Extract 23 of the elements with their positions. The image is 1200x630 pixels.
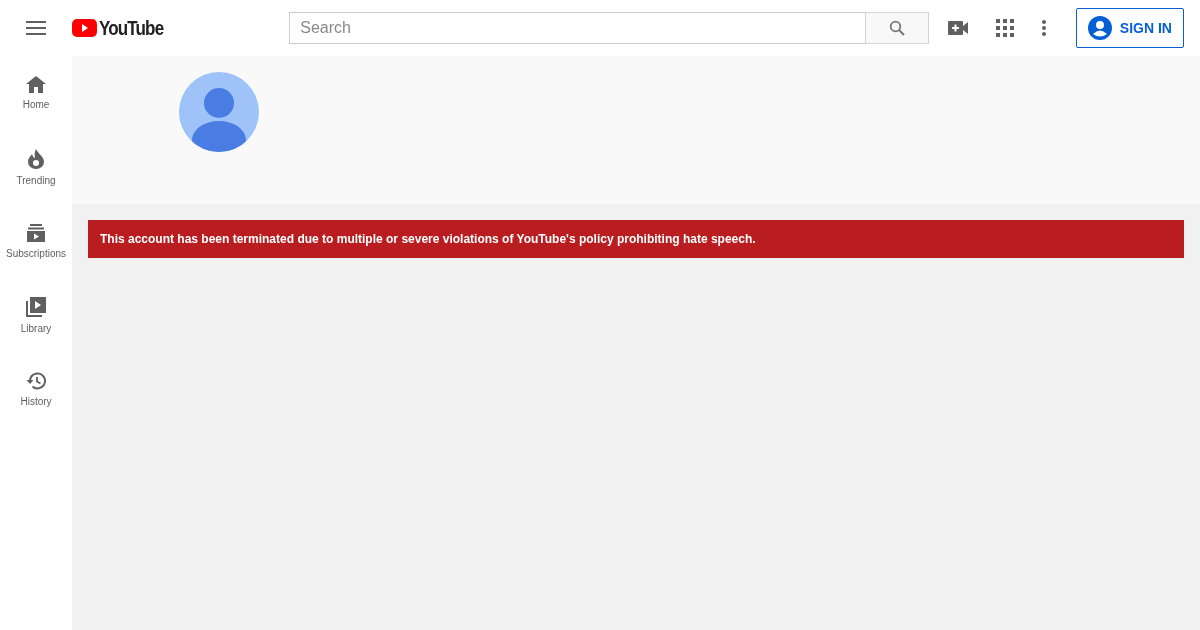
play-logo-icon xyxy=(72,19,97,37)
home-icon xyxy=(26,76,46,93)
sidebar-item[interactable]: History xyxy=(0,352,72,426)
logo-text[interactable]: YouTube xyxy=(99,16,164,40)
avatar-icon xyxy=(179,72,259,152)
search-button[interactable] xyxy=(865,12,930,44)
search-field[interactable]: Search xyxy=(289,12,866,44)
alert-message: This account has been terminated due to multiple or severe violations of YouTube's policy prohibiting hate speech. xyxy=(100,232,756,246)
search-icon xyxy=(889,20,906,36)
account-icon xyxy=(1087,16,1112,40)
sign-in-button[interactable]: SIGN IN xyxy=(1075,8,1184,48)
menu-icon[interactable] xyxy=(26,21,46,35)
sidebar-item[interactable]: Library xyxy=(0,278,72,352)
video-camera-plus-icon[interactable] xyxy=(947,21,968,35)
more-vertical-icon[interactable] xyxy=(1041,20,1046,36)
sidebar-item[interactable]: Subscriptions xyxy=(0,204,72,278)
sidebar-item[interactable]: Home xyxy=(0,56,72,130)
subscriptions-icon xyxy=(27,223,45,242)
history-icon xyxy=(26,371,46,390)
library-icon xyxy=(26,296,46,317)
flame-icon xyxy=(28,148,44,169)
apps-grid-icon[interactable] xyxy=(995,19,1014,37)
sidebar-item[interactable]: Trending xyxy=(0,130,72,204)
